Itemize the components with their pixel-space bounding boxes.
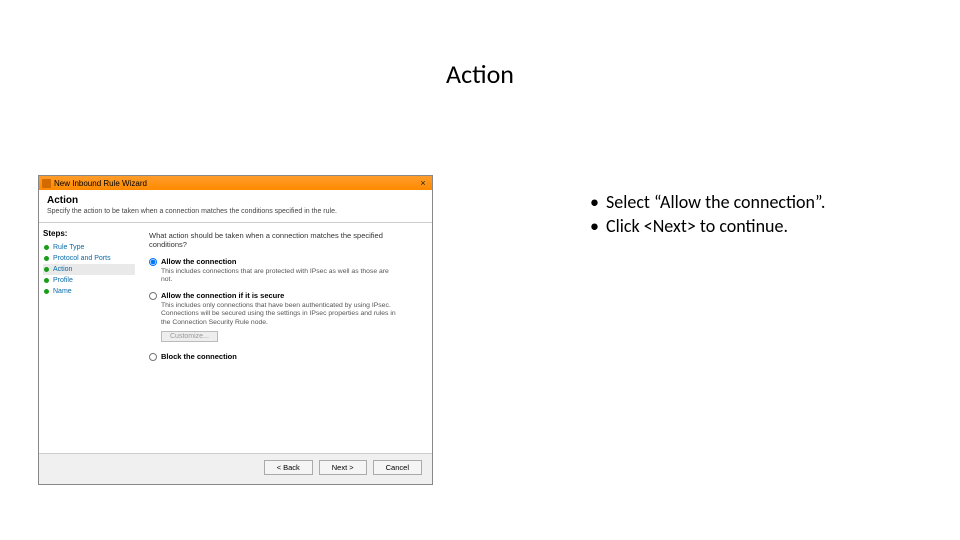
cancel-button[interactable]: Cancel (373, 460, 422, 475)
option-block-connection[interactable]: Block the connection (149, 352, 422, 361)
header-title: Action (47, 195, 424, 206)
slide-title: Action (0, 58, 960, 90)
radio-block[interactable] (149, 353, 157, 361)
back-button[interactable]: < Back (264, 460, 313, 475)
bullet-item: Click <Next> to continue. (590, 214, 825, 238)
step-label: Protocol and Ports (53, 255, 111, 262)
option-allow-secure[interactable]: Allow the connection if it is secure (149, 291, 422, 300)
step-dot-icon (44, 256, 49, 261)
step-dot-icon (44, 289, 49, 294)
step-dot-icon (44, 267, 49, 272)
close-icon[interactable]: × (417, 178, 429, 188)
wizard-content: What action should be taken when a conne… (139, 223, 432, 453)
step-dot-icon (44, 278, 49, 283)
step-dot-icon (44, 245, 49, 250)
radio-allow[interactable] (149, 258, 157, 266)
wizard-header: Action Specify the action to be taken wh… (39, 190, 432, 223)
instruction-bullets: Select “Allow the connection”. Click <Ne… (590, 190, 825, 239)
header-subtitle: Specify the action to be taken when a co… (47, 208, 424, 215)
wizard-footer: < Back Next > Cancel (39, 453, 432, 481)
window-title: New Inbound Rule Wizard (54, 179, 414, 188)
step-label: Profile (53, 277, 73, 284)
customize-button: Customize... (161, 331, 218, 342)
step-label: Name (53, 288, 72, 295)
radio-allow-secure[interactable] (149, 292, 157, 300)
wizard-body: Steps: Rule Type Protocol and Ports Acti… (39, 223, 432, 453)
content-question: What action should be taken when a conne… (149, 231, 422, 249)
option-label: Block the connection (161, 352, 237, 361)
option-desc: This includes connections that are prote… (149, 268, 399, 285)
option-allow-connection[interactable]: Allow the connection (149, 257, 422, 266)
option-desc: This includes only connections that have… (149, 302, 399, 327)
step-label: Rule Type (53, 244, 84, 251)
option-label: Allow the connection if it is secure (161, 291, 284, 300)
titlebar: New Inbound Rule Wizard × (39, 176, 432, 190)
steps-label: Steps: (43, 229, 135, 238)
option-label: Allow the connection (161, 257, 236, 266)
step-rule-type[interactable]: Rule Type (43, 242, 135, 253)
step-action[interactable]: Action (43, 264, 135, 275)
next-button[interactable]: Next > (319, 460, 367, 475)
wizard-window: New Inbound Rule Wizard × Action Specify… (38, 175, 433, 485)
step-profile[interactable]: Profile (43, 275, 135, 286)
step-protocol-ports[interactable]: Protocol and Ports (43, 253, 135, 264)
step-name[interactable]: Name (43, 286, 135, 297)
step-label: Action (53, 266, 72, 273)
bullet-item: Select “Allow the connection”. (590, 190, 825, 214)
steps-panel: Steps: Rule Type Protocol and Ports Acti… (39, 223, 139, 453)
shield-icon (42, 179, 51, 188)
